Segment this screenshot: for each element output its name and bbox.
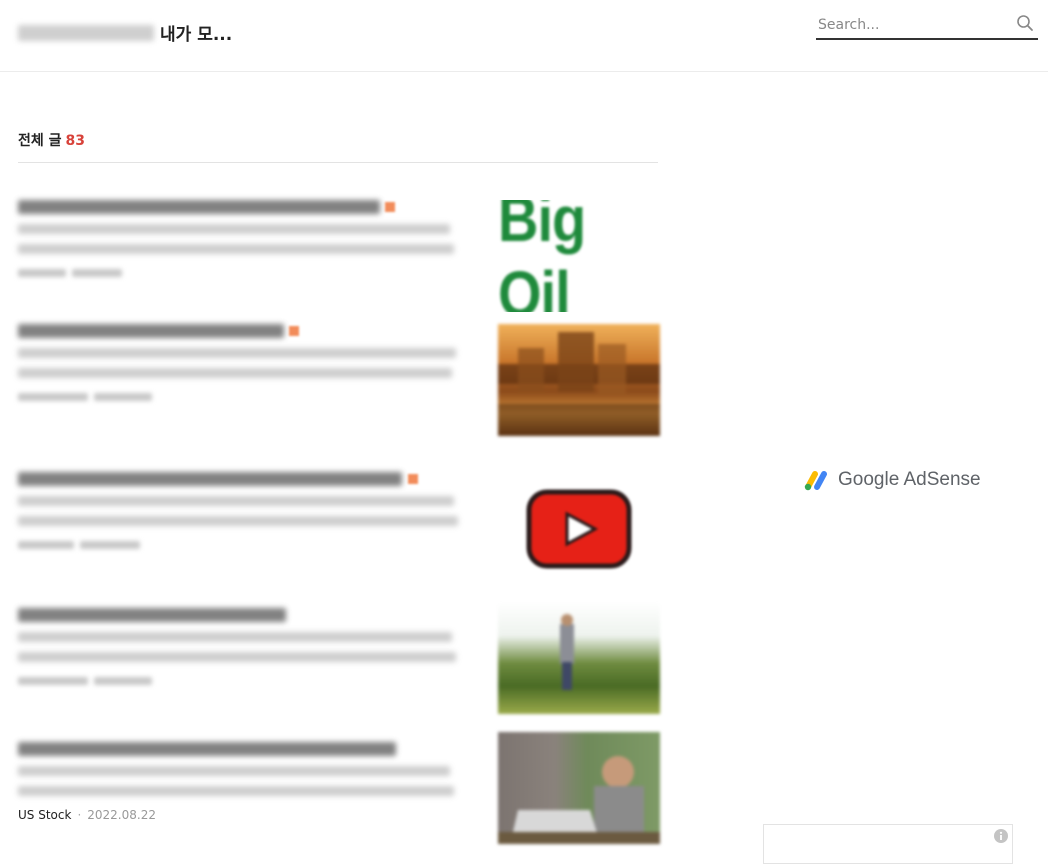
post-item[interactable]	[18, 324, 660, 440]
post-meta	[18, 266, 458, 280]
thumbnail-text: Big Oil	[498, 200, 586, 312]
ad-slot[interactable]	[763, 824, 1013, 864]
post-date	[94, 393, 152, 401]
post-title[interactable]	[18, 324, 284, 338]
city-photo-image	[498, 332, 660, 436]
post-title[interactable]	[18, 608, 286, 622]
post-excerpt-line	[18, 224, 450, 234]
post-meta: US Stock · 2022.08.22	[18, 808, 458, 822]
post-text	[18, 472, 458, 552]
new-badge-icon	[289, 326, 299, 336]
post-text	[18, 324, 458, 404]
search-input[interactable]	[816, 14, 1010, 36]
post-title[interactable]	[18, 472, 402, 486]
post-excerpt-line	[18, 496, 454, 506]
list-heading-label: 전체 글	[18, 133, 62, 149]
post-title[interactable]	[18, 742, 396, 756]
post-thumbnail-image[interactable]	[498, 472, 660, 584]
post-count: 83	[65, 133, 85, 149]
post-excerpt-line	[18, 652, 456, 662]
new-badge-icon	[408, 474, 418, 484]
post-item[interactable]	[18, 602, 660, 724]
post-category[interactable]	[18, 393, 88, 401]
new-badge-icon	[385, 202, 395, 212]
post-category[interactable]	[18, 269, 66, 277]
search-icon[interactable]	[1016, 14, 1034, 32]
post-excerpt-line	[18, 244, 454, 254]
post-category[interactable]	[18, 677, 88, 685]
post-excerpt-line	[18, 368, 452, 378]
info-icon[interactable]	[994, 829, 1008, 843]
post-text	[18, 200, 458, 280]
youtube-play-icon	[526, 489, 632, 569]
blog-title: 내가 모...	[160, 25, 233, 45]
post-thumbnail-image[interactable]	[498, 324, 660, 436]
post-meta	[18, 674, 458, 688]
post-thumbnail-image[interactable]	[498, 602, 660, 714]
adsense-icon	[804, 471, 827, 491]
post-date: 2022.08.22	[87, 808, 156, 822]
post-title[interactable]	[18, 200, 380, 214]
laptop-photo-image	[498, 756, 660, 844]
meta-separator: ·	[77, 808, 82, 822]
field-photo-image	[560, 614, 574, 690]
post-excerpt-line	[18, 766, 450, 776]
post-excerpt-line	[18, 516, 458, 526]
site-header: 내가 모...	[0, 0, 1048, 72]
blurred-title-prefix	[18, 24, 154, 41]
post-date	[80, 541, 140, 549]
post-category[interactable]: US Stock	[18, 808, 71, 822]
post-excerpt-line	[18, 632, 452, 642]
search-box	[816, 12, 1038, 40]
post-meta	[18, 390, 458, 404]
post-excerpt-line	[18, 348, 456, 358]
post-text: US Stock · 2022.08.22	[18, 742, 458, 822]
adsense-label: Google AdSense	[838, 469, 981, 490]
blog-title-link[interactable]: 내가 모...	[18, 20, 232, 45]
post-text	[18, 608, 458, 688]
post-item[interactable]: Big Oil	[18, 200, 660, 316]
post-category[interactable]	[18, 541, 74, 549]
list-heading: 전체 글 83	[18, 130, 658, 163]
post-thumbnail[interactable]: Big Oil	[498, 200, 660, 312]
post-meta	[18, 538, 458, 552]
post-date	[72, 269, 122, 277]
adsense-logo[interactable]: Google AdSense	[802, 468, 981, 492]
post-item[interactable]: US Stock · 2022.08.22	[18, 732, 660, 858]
post-excerpt-line	[18, 786, 454, 796]
post-thumbnail-image[interactable]	[498, 732, 660, 844]
post-item[interactable]	[18, 472, 660, 588]
post-date	[94, 677, 152, 685]
